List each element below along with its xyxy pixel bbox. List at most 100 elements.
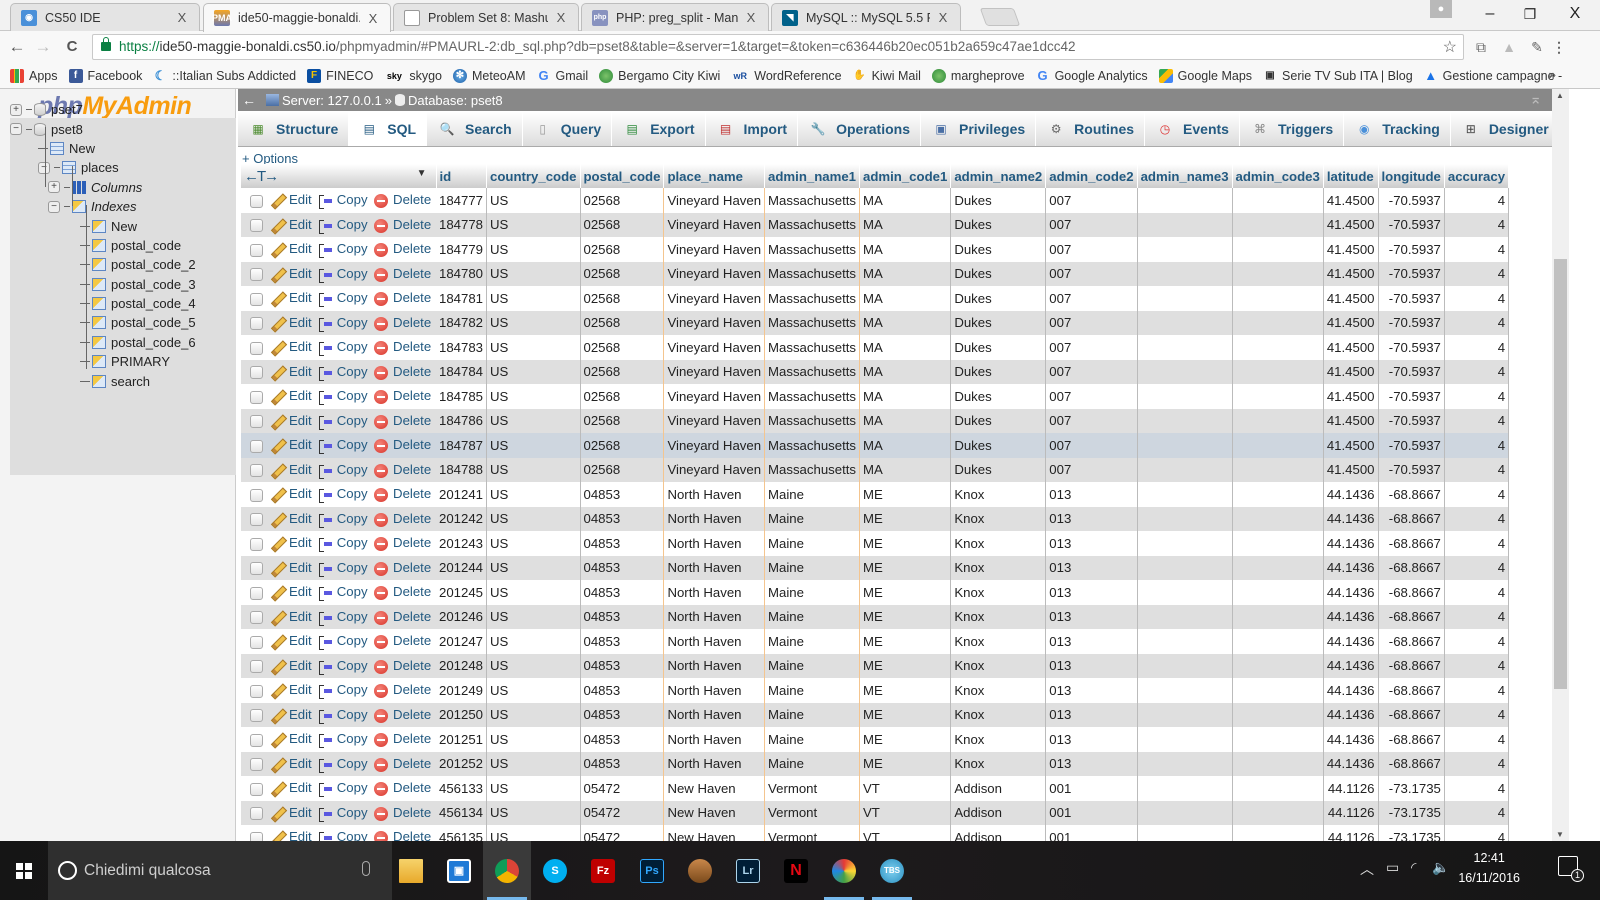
cell-longitude[interactable]: -68.8667 — [1378, 531, 1445, 556]
tree-item-new[interactable]: New — [10, 216, 236, 235]
cell-country-code[interactable]: US — [486, 531, 581, 556]
cell-admin-name1[interactable]: Vermont — [764, 776, 861, 801]
cell-latitude[interactable]: 41.4500 — [1323, 457, 1379, 482]
cell-place-name[interactable]: Vineyard Haven — [663, 457, 766, 482]
cell-postal-code[interactable]: 02568 — [580, 408, 665, 433]
cell-country-code[interactable]: US — [486, 335, 581, 360]
cell-place-name[interactable]: Vineyard Haven — [663, 310, 766, 335]
delete-link[interactable]: Delete — [372, 188, 436, 213]
cell-admin-name3[interactable] — [1137, 629, 1233, 654]
cell-longitude[interactable]: -68.8667 — [1378, 482, 1445, 507]
cell-admin-name3[interactable] — [1137, 359, 1233, 384]
breadcrumb-database[interactable]: Database: pset8 — [408, 93, 503, 108]
column-header-country-code[interactable]: country_code — [486, 164, 581, 188]
delete-link[interactable]: Delete — [372, 433, 436, 458]
close-tab-icon[interactable]: X — [936, 10, 950, 25]
cell-admin-name1[interactable]: Massachusetts — [764, 310, 861, 335]
cell-admin-code3[interactable] — [1232, 237, 1324, 262]
cell-latitude[interactable]: 44.1436 — [1323, 629, 1379, 654]
cell-admin-name3[interactable] — [1137, 457, 1233, 482]
edit-link[interactable]: Edit — [269, 580, 316, 605]
cell-place-name[interactable]: Vineyard Haven — [663, 408, 766, 433]
cell-accuracy[interactable]: 4 — [1444, 237, 1510, 262]
cell-admin-code2[interactable]: 001 — [1045, 776, 1138, 801]
cell-accuracy[interactable]: 4 — [1444, 482, 1510, 507]
row-checkbox[interactable] — [250, 537, 263, 551]
tab-sql[interactable]: ▤ SQL — [349, 112, 428, 146]
cell-admin-code3[interactable] — [1232, 433, 1324, 458]
cell-longitude[interactable]: -68.8667 — [1378, 555, 1445, 580]
cell-postal-code[interactable]: 02568 — [580, 261, 665, 286]
tree-item-places[interactable]: − places — [10, 158, 236, 177]
row-checkbox[interactable] — [250, 586, 263, 600]
clock[interactable]: 12:41 16/11/2016 — [1458, 848, 1520, 888]
taskbar-app-chrome[interactable] — [483, 841, 531, 900]
cell-id[interactable]: 201241 — [436, 482, 488, 507]
cell-admin-name3[interactable] — [1137, 727, 1233, 752]
vertical-scrollbar[interactable]: ▲ ▼ — [1552, 89, 1569, 841]
bookmark-item[interactable]: G Gmail — [537, 68, 588, 83]
cell-admin-code2[interactable]: 013 — [1045, 751, 1138, 776]
close-tab-icon[interactable]: X — [366, 11, 380, 26]
cell-admin-name3[interactable] — [1137, 310, 1233, 335]
close-tab-icon[interactable]: X — [744, 10, 758, 25]
copy-link[interactable]: Copy — [315, 702, 373, 727]
cell-admin-name2[interactable]: Knox — [950, 678, 1047, 703]
cell-longitude[interactable]: -70.5937 — [1378, 457, 1445, 482]
delete-link[interactable]: Delete — [372, 286, 436, 311]
table-row[interactable]: Edit Copy Delete 184785 US 02568 Vineyard Have… — [241, 384, 1510, 409]
cell-country-code[interactable]: US — [486, 604, 581, 629]
cell-country-code[interactable]: US — [486, 482, 581, 507]
cell-latitude[interactable]: 41.4500 — [1323, 237, 1379, 262]
delete-link[interactable]: Delete — [372, 555, 436, 580]
cell-accuracy[interactable]: 4 — [1444, 702, 1510, 727]
cell-longitude[interactable]: -70.5937 — [1378, 286, 1445, 311]
cell-id[interactable]: 201243 — [436, 531, 488, 556]
cell-admin-name1[interactable]: Massachusetts — [764, 212, 861, 237]
cell-admin-code3[interactable] — [1232, 359, 1324, 384]
row-checkbox[interactable] — [250, 317, 263, 331]
edit-link[interactable]: Edit — [269, 629, 316, 654]
table-row[interactable]: Edit Copy Delete 201244 US 04853 North Haven Ma… — [241, 555, 1510, 580]
table-row[interactable]: Edit Copy Delete 201249 US 04853 North Haven Ma… — [241, 678, 1510, 703]
table-row[interactable]: Edit Copy Delete 201251 US 04853 North Haven Ma… — [241, 727, 1510, 752]
table-row[interactable]: Edit Copy Delete 184779 US 02568 Vineyard Have… — [241, 237, 1510, 262]
cell-longitude[interactable]: -68.8667 — [1378, 751, 1445, 776]
cell-admin-name1[interactable]: Massachusetts — [764, 286, 861, 311]
cell-country-code[interactable]: US — [486, 237, 581, 262]
cell-id[interactable]: 184780 — [436, 261, 488, 286]
cell-admin-code2[interactable]: 007 — [1045, 310, 1138, 335]
cell-admin-code2[interactable]: 013 — [1045, 702, 1138, 727]
cell-admin-code3[interactable] — [1232, 384, 1324, 409]
cell-admin-name3[interactable] — [1137, 433, 1233, 458]
cell-admin-code2[interactable]: 007 — [1045, 433, 1138, 458]
cell-accuracy[interactable]: 4 — [1444, 359, 1510, 384]
cell-admin-name2[interactable]: Knox — [950, 629, 1047, 654]
tab-tracking[interactable]: ◉ Tracking — [1344, 112, 1451, 146]
edit-link[interactable]: Edit — [269, 482, 316, 507]
cell-admin-code1[interactable]: MA — [859, 261, 952, 286]
bookmark-item[interactable]: Apps — [10, 68, 58, 83]
cell-postal-code[interactable]: 05472 — [580, 800, 665, 825]
cell-admin-name1[interactable]: Maine — [764, 580, 861, 605]
cell-admin-code1[interactable]: VT — [859, 800, 952, 825]
cell-country-code[interactable]: US — [486, 384, 581, 409]
cell-longitude[interactable]: -68.8667 — [1378, 629, 1445, 654]
cell-accuracy[interactable]: 4 — [1444, 433, 1510, 458]
cell-admin-name2[interactable]: Dukes — [950, 212, 1047, 237]
cell-place-name[interactable]: North Haven — [663, 629, 766, 654]
cell-accuracy[interactable]: 4 — [1444, 678, 1510, 703]
cell-admin-code1[interactable]: MA — [859, 212, 952, 237]
cell-admin-name1[interactable]: Vermont — [764, 800, 861, 825]
tree-item-postal-code-5[interactable]: postal_code_5 — [10, 313, 236, 332]
cell-admin-name1[interactable]: Maine — [764, 751, 861, 776]
cell-longitude[interactable]: -70.5937 — [1378, 408, 1445, 433]
cell-id[interactable]: 201250 — [436, 702, 488, 727]
tree-item-pset7[interactable]: + pset7 — [10, 100, 236, 119]
cell-admin-code3[interactable] — [1232, 751, 1324, 776]
cell-accuracy[interactable]: 4 — [1444, 286, 1510, 311]
cell-admin-code3[interactable] — [1232, 776, 1324, 801]
cell-country-code[interactable]: US — [486, 188, 581, 213]
delete-link[interactable]: Delete — [372, 335, 436, 360]
row-checkbox[interactable] — [250, 782, 263, 796]
